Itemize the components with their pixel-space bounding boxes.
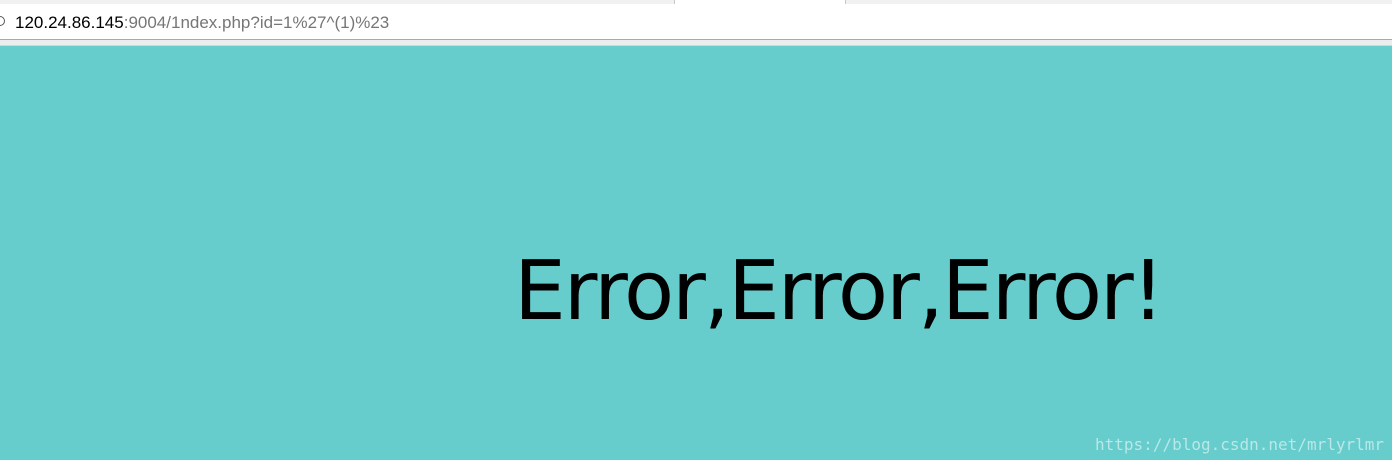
url-host: 120.24.86.145 xyxy=(15,13,124,32)
address-bar[interactable]: 120.24.86.145:9004/1ndex.php?id=1%27^(1)… xyxy=(0,4,1392,40)
page-content: Error,Error,Error! https://blog.csdn.net… xyxy=(0,46,1392,460)
url-path: :9004/1ndex.php?id=1%27^(1)%23 xyxy=(123,13,390,32)
info-icon[interactable] xyxy=(0,16,5,26)
error-message: Error,Error,Error! xyxy=(514,244,1165,339)
url-text[interactable]: 120.24.86.145:9004/1ndex.php?id=1%27^(1)… xyxy=(15,13,389,33)
watermark: https://blog.csdn.net/mrlyrlmr xyxy=(1095,435,1384,454)
